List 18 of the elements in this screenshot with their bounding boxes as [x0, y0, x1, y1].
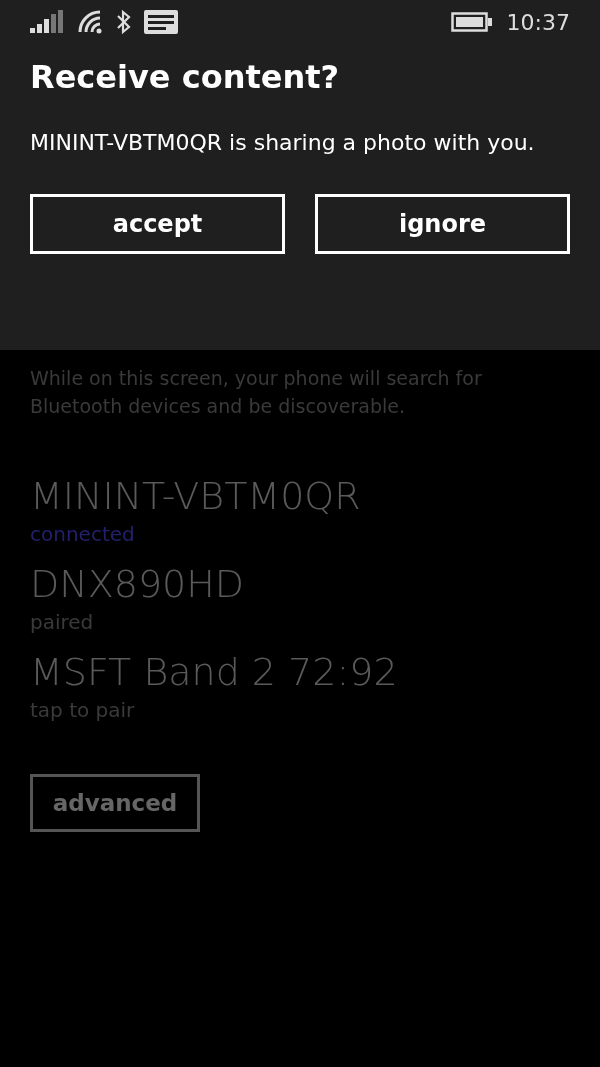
- advanced-button[interactable]: advanced: [30, 774, 200, 832]
- signal-icon: [30, 10, 66, 34]
- dialog-title: Receive content?: [30, 58, 341, 96]
- device-name[interactable]: MININT-VBTM0QR: [30, 472, 570, 520]
- wifi-icon: [78, 10, 104, 34]
- device-status: paired: [30, 609, 95, 636]
- device-status: tap to pair: [30, 697, 136, 724]
- message-icon: [144, 10, 178, 34]
- device-name[interactable]: MSFT Band 2 72:92: [30, 648, 570, 696]
- dialog-message: MININT-VBTM0QR is sharing a photo with you.: [30, 129, 536, 157]
- ignore-button[interactable]: ignore: [315, 194, 570, 254]
- description-text: While on this screen, your phone will search for Bluetooth devices and be discoverable.: [30, 366, 483, 419]
- bluetooth-icon: [116, 9, 132, 35]
- device-status: connected: [30, 521, 136, 548]
- accept-button[interactable]: accept: [30, 194, 285, 254]
- device-name[interactable]: DNX890HD: [30, 560, 570, 608]
- battery-icon: [450, 12, 493, 32]
- clock-time: 10:37: [506, 9, 570, 35]
